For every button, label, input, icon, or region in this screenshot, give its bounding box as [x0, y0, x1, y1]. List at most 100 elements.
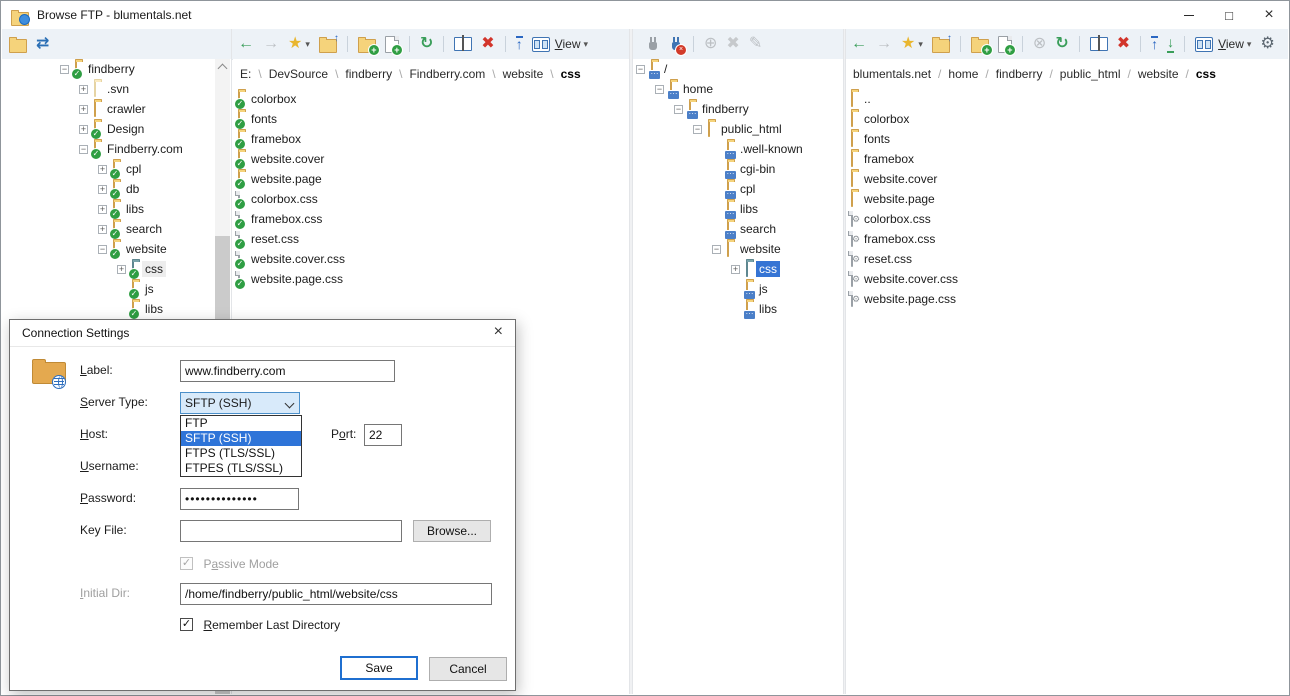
view-menu-button[interactable]: View▾: [1195, 37, 1251, 52]
save-button[interactable]: Save: [340, 656, 418, 680]
tree-item-libs[interactable]: ✓libs: [2, 299, 231, 319]
breadcrumb-item-devsource[interactable]: DevSource: [269, 67, 328, 81]
initial-dir-input[interactable]: [180, 583, 492, 605]
refresh-button[interactable]: ↻: [1055, 36, 1068, 52]
breadcrumb-item-website[interactable]: website: [1138, 67, 1179, 81]
disconnect-button[interactable]: ×: [669, 36, 683, 53]
breadcrumb-item-css[interactable]: css: [561, 67, 581, 81]
expand-box-icon[interactable]: +: [79, 105, 88, 114]
expand-box-icon[interactable]: +: [98, 185, 107, 194]
label-input[interactable]: [180, 360, 395, 382]
breadcrumb-item-e[interactable]: E:: [240, 67, 251, 81]
tree-item-design[interactable]: +✓Design: [2, 119, 231, 139]
tree-item-css[interactable]: +✓css: [2, 259, 231, 279]
tree-item-js[interactable]: ✓js: [2, 279, 231, 299]
upload-button[interactable]: ↑: [1151, 36, 1158, 53]
new-folder-button[interactable]: +: [358, 36, 376, 53]
tree-item-website[interactable]: −✓website: [2, 239, 231, 259]
file-item-colorbox[interactable]: colorbox: [846, 109, 1288, 129]
breadcrumb-item-findberry-com[interactable]: Findberry.com: [409, 67, 485, 81]
tree-item-cpl[interactable]: ···cpl: [633, 179, 843, 199]
tree-item-findberry[interactable]: −✓findberry: [2, 59, 231, 79]
rename-button[interactable]: [1090, 37, 1108, 51]
back-button[interactable]: ←: [851, 36, 867, 52]
file-item-framebox-css[interactable]: ⚙framebox.css: [846, 229, 1288, 249]
up-directory-button[interactable]: ↑: [932, 36, 950, 53]
password-input[interactable]: [180, 488, 299, 510]
up-directory-button[interactable]: ↑: [319, 36, 337, 53]
breadcrumb-item-blumentals-net[interactable]: blumentals.net: [853, 67, 931, 81]
collapse-box-icon[interactable]: −: [674, 105, 683, 114]
delete-button[interactable]: ✖: [481, 36, 494, 52]
breadcrumb-item-css[interactable]: css: [1196, 67, 1216, 81]
tree-item-crawler[interactable]: +crawler: [2, 99, 231, 119]
file-item-reset-css[interactable]: ✓reset.css: [233, 229, 629, 249]
view-menu-button[interactable]: View▾: [532, 37, 588, 52]
file-item-reset-css[interactable]: ⚙reset.css: [846, 249, 1288, 269]
tree-item-cpl[interactable]: +✓cpl: [2, 159, 231, 179]
new-file-button[interactable]: +: [385, 36, 399, 53]
file-item-colorbox[interactable]: ✓colorbox: [233, 89, 629, 109]
expand-box-icon[interactable]: +: [79, 85, 88, 94]
collapse-box-icon[interactable]: −: [98, 245, 107, 254]
key-file-input[interactable]: [180, 520, 402, 542]
file-item-website-page[interactable]: website.page: [846, 189, 1288, 209]
file-item-website-cover[interactable]: website.cover: [846, 169, 1288, 189]
port-input[interactable]: [364, 424, 402, 446]
remember-checkbox[interactable]: ✓: [180, 618, 193, 631]
file-item-fonts[interactable]: ✓fonts: [233, 109, 629, 129]
server-type-select[interactable]: SFTP (SSH): [180, 392, 300, 414]
tree-item-home[interactable]: −···home: [633, 79, 843, 99]
file-item-colorbox-css[interactable]: ✓colorbox.css: [233, 189, 629, 209]
file-item-fonts[interactable]: fonts: [846, 129, 1288, 149]
scroll-up-button[interactable]: [215, 59, 230, 75]
expand-box-icon[interactable]: +: [98, 165, 107, 174]
tree-item-well-known[interactable]: ···.well-known: [633, 139, 843, 159]
download-button[interactable]: ↓: [1167, 36, 1174, 53]
breadcrumb-item-findberry[interactable]: findberry: [996, 67, 1043, 81]
breadcrumb-item-findberry[interactable]: findberry: [345, 67, 392, 81]
new-folder-button[interactable]: +: [971, 36, 989, 53]
tree-item-website[interactable]: −website: [633, 239, 843, 259]
option-ftp[interactable]: FTP: [181, 416, 301, 431]
tree-item-svn[interactable]: +.svn: [2, 79, 231, 99]
expand-box-icon[interactable]: +: [79, 125, 88, 134]
option-ftps-tls-ssl[interactable]: FTPS (TLS/SSL): [181, 446, 301, 461]
breadcrumb-item-website[interactable]: website: [503, 67, 544, 81]
back-button[interactable]: ←: [238, 36, 254, 52]
tree-item-public-html[interactable]: −public_html: [633, 119, 843, 139]
file-item-website-cover[interactable]: ✓website.cover: [233, 149, 629, 169]
tree-item-search[interactable]: +✓search: [2, 219, 231, 239]
swap-sides-button[interactable]: ⇄: [36, 36, 49, 52]
file-item-website-cover-css[interactable]: ⚙website.cover.css: [846, 269, 1288, 289]
tree-item-search[interactable]: ···search: [633, 219, 843, 239]
expand-box-icon[interactable]: +: [731, 265, 740, 274]
maximize-button[interactable]: □: [1209, 1, 1249, 29]
settings-button[interactable]: ⚙: [1260, 36, 1274, 52]
tree-item-css[interactable]: +css: [633, 259, 843, 279]
file-item-up[interactable]: ..: [846, 89, 1288, 109]
file-item-website-page-css[interactable]: ✓website.page.css: [233, 269, 629, 289]
refresh-button[interactable]: ↻: [420, 36, 433, 52]
dialog-close-icon[interactable]: ×: [494, 323, 503, 341]
favorites-button[interactable]: ★▾: [901, 36, 923, 52]
file-item-framebox[interactable]: framebox: [846, 149, 1288, 169]
close-button[interactable]: ×: [1249, 1, 1289, 29]
option-ftpes-tls-ssl[interactable]: FTPES (TLS/SSL): [181, 461, 301, 476]
delete-button[interactable]: ✖: [1117, 36, 1130, 52]
collapse-box-icon[interactable]: −: [712, 245, 721, 254]
tree-item-libs[interactable]: ···libs: [633, 299, 843, 319]
file-item-framebox[interactable]: ✓framebox: [233, 129, 629, 149]
open-folder-button[interactable]: [9, 36, 27, 53]
cancel-button[interactable]: Cancel: [429, 657, 507, 681]
upload-button[interactable]: ↑: [516, 36, 523, 53]
file-item-website-page-css[interactable]: ⚙website.page.css: [846, 289, 1288, 309]
expand-box-icon[interactable]: +: [98, 205, 107, 214]
collapse-box-icon[interactable]: −: [655, 85, 664, 94]
collapse-box-icon[interactable]: −: [636, 65, 645, 74]
option-sftp-ssh[interactable]: SFTP (SSH): [181, 431, 301, 446]
tree-item-libs[interactable]: +✓libs: [2, 199, 231, 219]
minimize-button[interactable]: [1169, 1, 1209, 29]
browse-button[interactable]: Browse...: [413, 520, 491, 542]
expand-box-icon[interactable]: +: [117, 265, 126, 274]
